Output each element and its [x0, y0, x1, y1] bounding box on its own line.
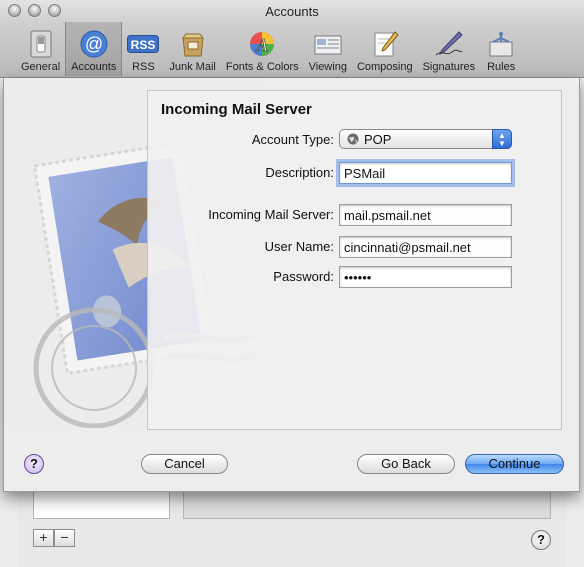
fonts-colors-icon: A — [246, 29, 278, 59]
incoming-server-label: Incoming Mail Server: — [208, 207, 334, 222]
composing-pencil-icon — [369, 29, 401, 59]
new-account-sheet: Incoming Mail Server Account Type: POP ▲… — [3, 78, 580, 492]
go-back-button[interactable]: Go Back — [357, 454, 455, 474]
remove-account-button[interactable]: − — [54, 529, 75, 547]
tab-composing[interactable]: Composing — [352, 22, 418, 76]
window-toolbar: Accounts General @ Accounts RSS RSS Junk… — [0, 0, 584, 78]
tab-rss-label: RSS — [132, 61, 155, 73]
globe-icon — [347, 133, 359, 148]
username-field[interactable]: cincinnati@psmail.net — [339, 236, 512, 258]
svg-text:A: A — [256, 35, 269, 55]
preferences-toolbar: General @ Accounts RSS RSS Junk Mail A F… — [16, 22, 522, 78]
cancel-button[interactable]: Cancel — [141, 454, 228, 474]
general-switch-icon — [25, 29, 57, 59]
tab-general-label: General — [21, 61, 61, 73]
tab-junk-mail-label: Junk Mail — [169, 61, 216, 73]
account-add-remove: + − — [33, 529, 75, 547]
description-label: Description: — [265, 165, 334, 180]
account-type-row: Account Type: POP ▲ ▼ — [148, 129, 563, 153]
continue-button[interactable]: Continue — [465, 454, 564, 474]
at-sign-icon: @ — [78, 29, 110, 59]
username-label: User Name: — [264, 239, 334, 254]
incoming-server-row: Incoming Mail Server: mail.psmail.net — [148, 204, 563, 228]
account-type-label: Account Type: — [251, 132, 334, 147]
help-button-pane[interactable]: ? — [531, 530, 551, 550]
password-row: Password: •••••• — [148, 266, 563, 290]
tab-general[interactable]: General — [16, 22, 65, 76]
tab-fonts-colors[interactable]: A Fonts & Colors — [221, 22, 304, 76]
tab-signatures[interactable]: Signatures — [418, 22, 481, 76]
junk-mail-icon — [177, 29, 209, 59]
tab-accounts[interactable]: @ Accounts — [65, 22, 123, 76]
help-button-sheet[interactable]: ? — [24, 454, 44, 474]
tab-viewing-label: Viewing — [308, 61, 347, 73]
tab-junk-mail[interactable]: Junk Mail — [164, 22, 220, 76]
tab-accounts-label: Accounts — [71, 61, 117, 73]
description-row: Description: PSMail — [148, 162, 563, 186]
signatures-pen-icon — [433, 29, 465, 59]
svg-text:@: @ — [85, 34, 103, 54]
window-title: Accounts — [265, 4, 319, 19]
updown-arrows-icon: ▲ ▼ — [492, 129, 512, 149]
rules-icon — [485, 29, 517, 59]
svg-text:RSS: RSS — [131, 38, 156, 52]
tab-composing-label: Composing — [356, 61, 413, 73]
tab-rss[interactable]: RSS RSS — [122, 22, 164, 76]
form-heading: Incoming Mail Server — [161, 101, 312, 118]
username-row: User Name: cincinnati@psmail.net — [148, 236, 563, 260]
tab-signatures-label: Signatures — [422, 61, 476, 73]
description-field[interactable]: PSMail — [339, 162, 512, 184]
incoming-server-form: Incoming Mail Server Account Type: POP ▲… — [147, 90, 562, 430]
tab-rules[interactable]: Rules — [480, 22, 522, 76]
account-type-select[interactable]: POP ▲ ▼ — [339, 129, 512, 149]
tab-viewing[interactable]: Viewing — [304, 22, 352, 76]
tab-fonts-colors-label: Fonts & Colors — [225, 61, 299, 73]
password-field[interactable]: •••••• — [339, 266, 512, 288]
add-account-button[interactable]: + — [33, 529, 54, 547]
account-type-value: POP — [364, 132, 392, 147]
tab-rules-label: Rules — [487, 61, 516, 73]
incoming-server-field[interactable]: mail.psmail.net — [339, 204, 512, 226]
password-label: Password: — [273, 269, 334, 284]
viewing-icon — [312, 29, 344, 59]
rss-icon: RSS — [127, 29, 160, 59]
